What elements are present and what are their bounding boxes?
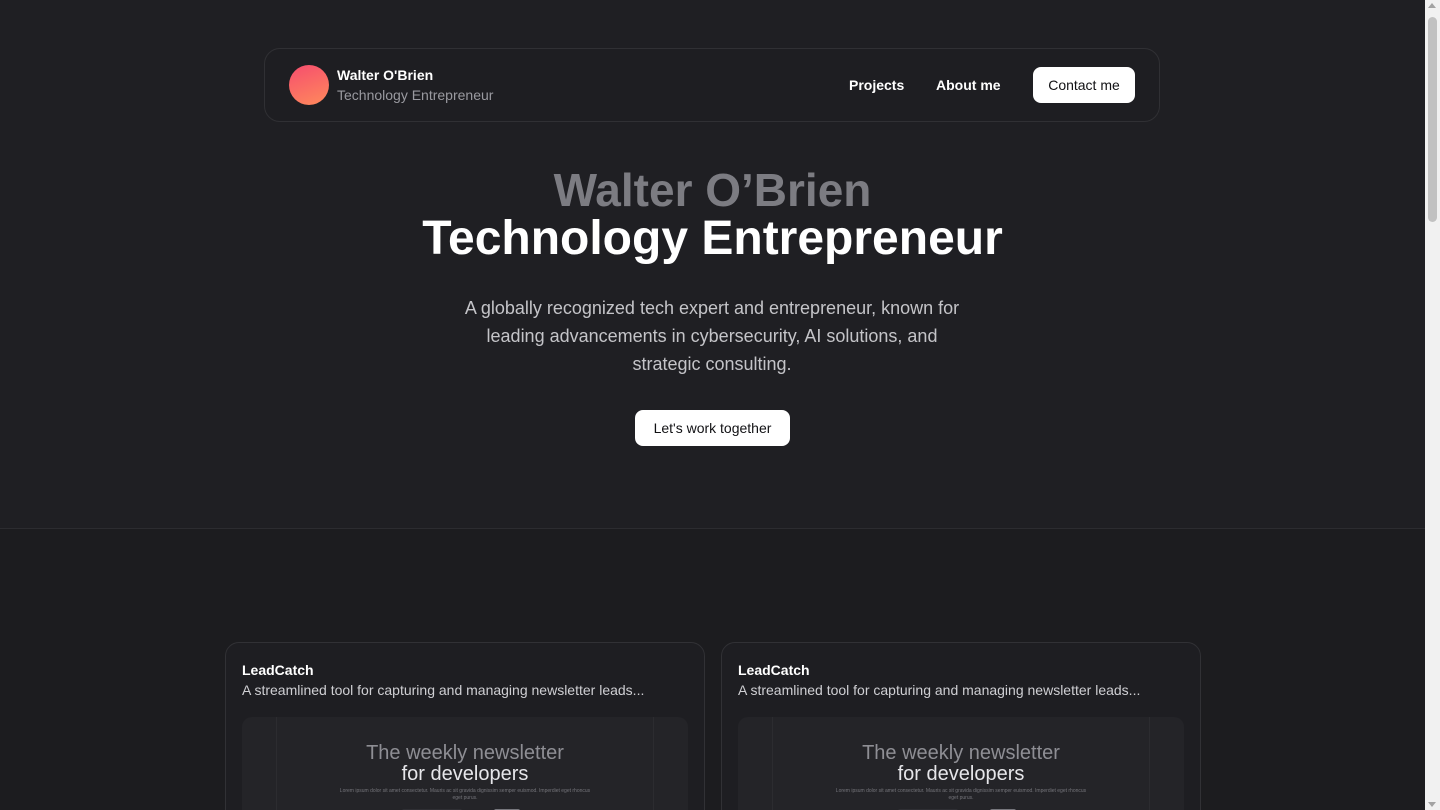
preview-subheading: for developers <box>401 763 529 785</box>
hero-section: Walter O'Brien Technology Entrepreneur P… <box>0 0 1425 529</box>
nav-about-link[interactable]: About me <box>936 77 1001 93</box>
project-card[interactable]: LeadCatch A streamlined tool for capturi… <box>225 642 705 810</box>
project-preview-image: The weekly newsletter for developers Lor… <box>738 717 1184 810</box>
avatar[interactable] <box>289 65 329 105</box>
project-description: A streamlined tool for capturing and man… <box>242 682 645 698</box>
scroll-down-arrow-icon[interactable] <box>1428 802 1436 807</box>
navbar: Walter O'Brien Technology Entrepreneur P… <box>264 48 1160 122</box>
preview-body: Lorem ipsum dolor sit amet consectetur. … <box>339 788 591 801</box>
hero-title: Technology Entrepreneur <box>422 212 1003 265</box>
hero-description: A globally recognized tech expert and en… <box>464 298 960 374</box>
project-description: A streamlined tool for capturing and man… <box>738 682 1141 698</box>
project-title: LeadCatch <box>738 662 810 678</box>
nav-projects-link[interactable]: Projects <box>849 77 904 93</box>
contact-me-button[interactable]: Contact me <box>1033 67 1135 103</box>
project-card[interactable]: LeadCatch A streamlined tool for capturi… <box>721 642 1201 810</box>
project-preview-image: The weekly newsletter for developers Lor… <box>242 717 688 810</box>
work-together-button[interactable]: Let's work together <box>635 410 790 446</box>
scrollbar[interactable] <box>1425 0 1440 810</box>
hero-name: Walter O’Brien <box>553 164 872 216</box>
scroll-up-arrow-icon[interactable] <box>1428 3 1436 8</box>
project-title: LeadCatch <box>242 662 314 678</box>
scrollbar-thumb[interactable] <box>1428 17 1437 222</box>
preview-body: Lorem ipsum dolor sit amet consectetur. … <box>835 788 1087 801</box>
preview-subheading: for developers <box>897 763 1025 785</box>
brand-name[interactable]: Walter O'Brien <box>337 67 433 83</box>
brand-role: Technology Entrepreneur <box>337 87 494 103</box>
